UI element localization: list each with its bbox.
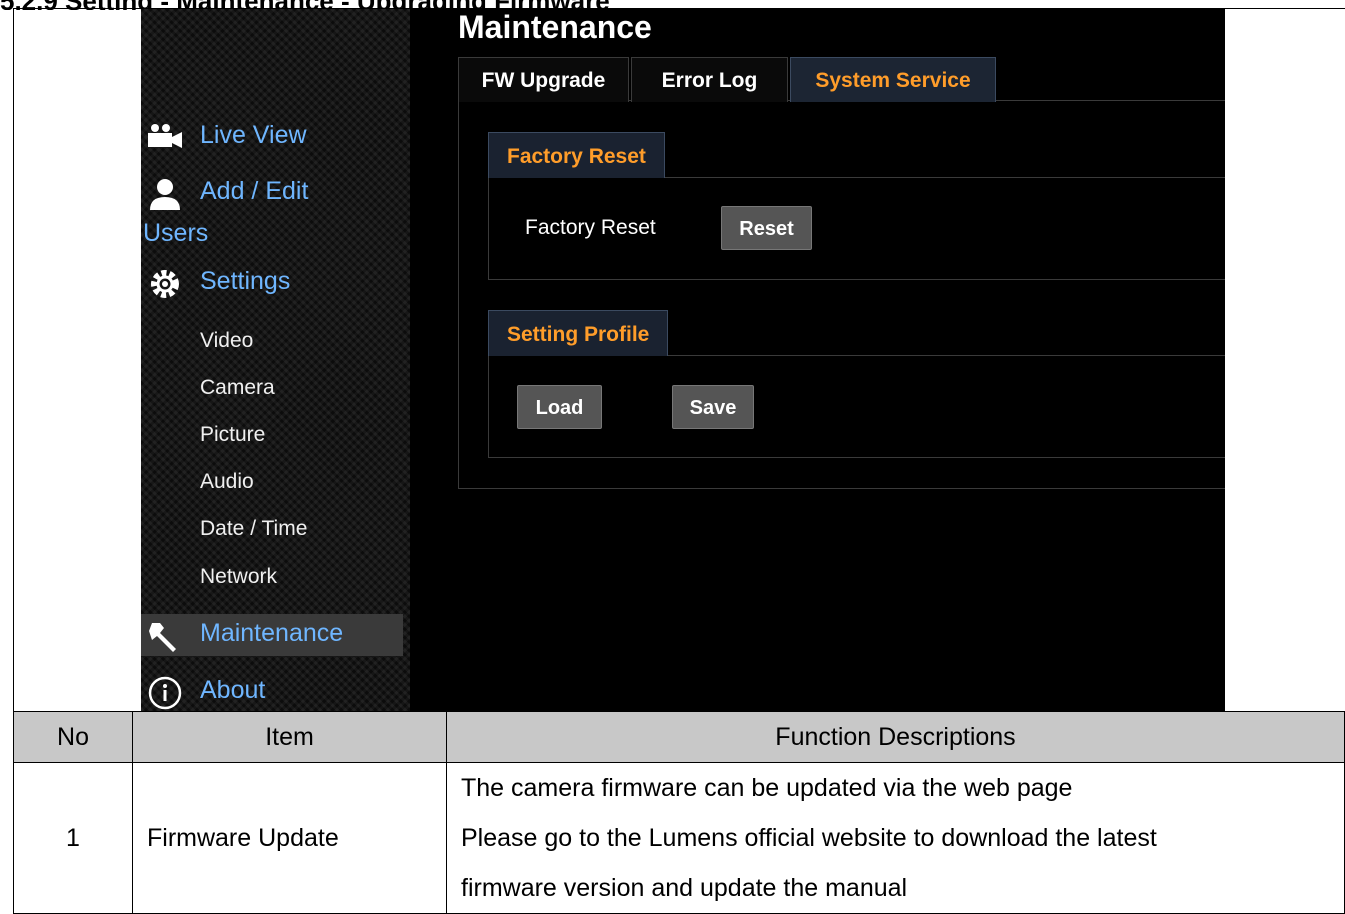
header-no: No (13, 711, 133, 763)
wrench-icon (146, 619, 184, 653)
description-line: Please go to the Lumens official website… (461, 824, 1157, 852)
header-item: Item (132, 711, 447, 763)
tab-error-log[interactable]: Error Log (631, 57, 788, 102)
nav-label-about: About (200, 676, 266, 704)
nav-sub-date-time[interactable]: Date / Time (200, 517, 307, 541)
load-button[interactable]: Load (517, 385, 602, 429)
nav-label-users: Users (143, 219, 209, 247)
cell-description: The camera firmware can be updated via t… (446, 762, 1345, 914)
table-header-row: No Item Function Descriptions (13, 711, 1345, 763)
description-line: firmware version and update the manual (461, 874, 908, 902)
tab-fw-upgrade[interactable]: FW Upgrade (458, 57, 629, 102)
header-function-descriptions: Function Descriptions (446, 711, 1345, 763)
video-camera-icon (146, 121, 184, 155)
nav-sub-picture[interactable]: Picture (200, 423, 265, 447)
info-icon (146, 676, 184, 710)
page-border-left (13, 8, 14, 711)
nav-label-maintenance: Maintenance (200, 619, 344, 647)
description-line: The camera firmware can be updated via t… (461, 774, 1073, 802)
setting-profile-header: Setting Profile (488, 310, 669, 356)
nav-label-settings: Settings (200, 267, 291, 295)
web-ui-screenshot: Live View Add / Edit Users Settings Vide… (141, 9, 1225, 711)
tab-system-service[interactable]: System Service (790, 57, 996, 102)
user-icon (146, 177, 184, 211)
gear-icon (146, 267, 184, 301)
nav-sub-video[interactable]: Video (200, 329, 253, 353)
factory-reset-label: Factory Reset (525, 216, 656, 239)
factory-reset-header: Factory Reset (488, 132, 665, 178)
nav-label-live-view: Live View (200, 121, 307, 149)
sidebar: Live View Add / Edit Users Settings Vide… (141, 9, 410, 711)
table-row: 1 Firmware Update The camera firmware ca… (13, 762, 1345, 914)
nav-sub-camera[interactable]: Camera (200, 376, 275, 400)
save-button[interactable]: Save (672, 385, 754, 429)
cell-item: Firmware Update (132, 762, 447, 914)
nav-sub-network[interactable]: Network (200, 565, 277, 589)
nav-sub-audio[interactable]: Audio (200, 470, 254, 494)
function-table: No Item Function Descriptions 1 Firmware… (13, 711, 1345, 914)
page-title: Maintenance (458, 9, 652, 45)
cell-no: 1 (13, 762, 133, 914)
nav-label-add-edit: Add / Edit (200, 177, 309, 205)
reset-button[interactable]: Reset (721, 206, 812, 250)
